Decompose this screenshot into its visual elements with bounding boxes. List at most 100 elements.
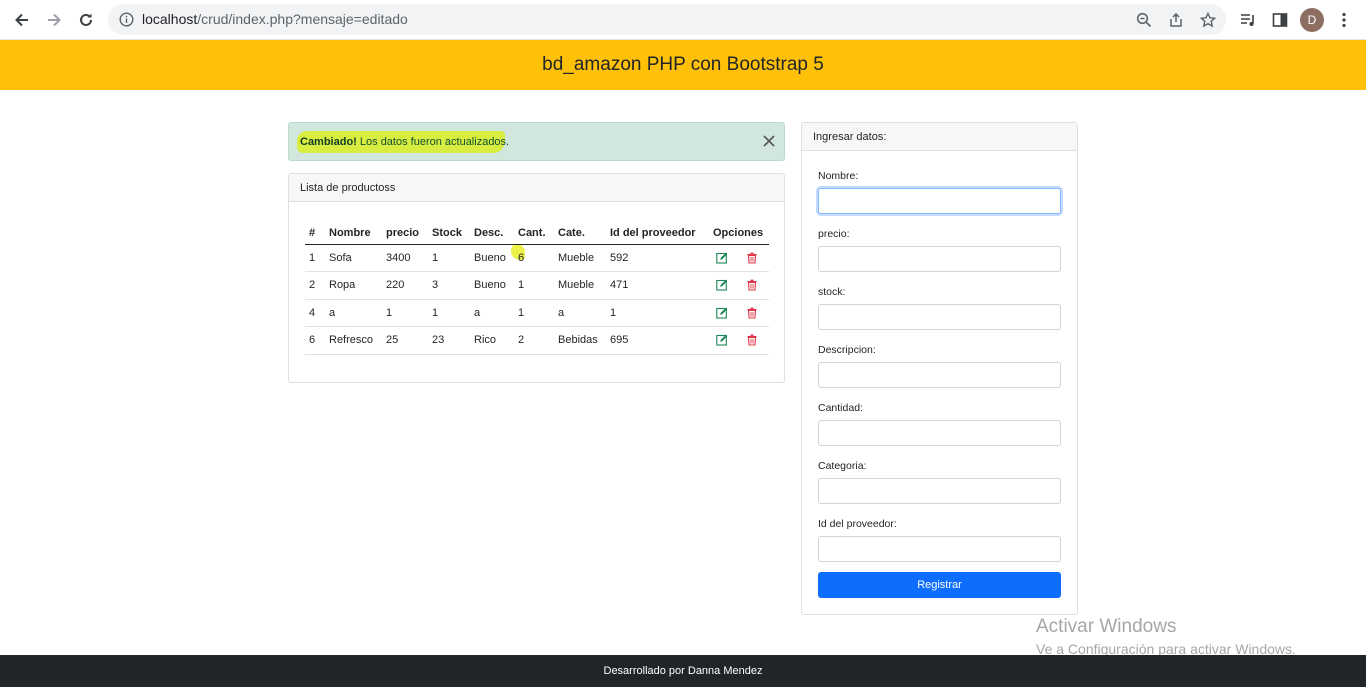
id-proveedor-input[interactable] bbox=[818, 536, 1061, 562]
table-cell: 3400 bbox=[382, 244, 428, 272]
descripcion-input[interactable] bbox=[818, 362, 1061, 388]
alert-message: Cambiado! Los datos fueron actualizados. bbox=[300, 136, 509, 148]
column-header: Cant. bbox=[514, 222, 554, 245]
label-precio: precio: bbox=[818, 228, 850, 240]
side-panel-icon[interactable] bbox=[1268, 8, 1292, 32]
nombre-input[interactable] bbox=[818, 188, 1061, 214]
forward-icon[interactable] bbox=[42, 8, 66, 32]
table-cell: Bueno bbox=[470, 271, 514, 300]
zoom-icon[interactable] bbox=[1132, 8, 1156, 32]
share-icon[interactable] bbox=[1164, 8, 1188, 32]
trash-icon[interactable] bbox=[746, 279, 758, 291]
table-cell: Refresco bbox=[325, 326, 382, 355]
table-cell: 1 bbox=[428, 244, 470, 272]
reading-list-icon[interactable] bbox=[1236, 8, 1260, 32]
label-descripcion: Descripcion: bbox=[818, 344, 876, 356]
edit-icon[interactable] bbox=[716, 252, 728, 264]
menu-kebab-icon[interactable] bbox=[1332, 8, 1356, 32]
options-cell bbox=[709, 244, 769, 272]
profile-avatar[interactable]: D bbox=[1300, 8, 1324, 32]
table-cell: a bbox=[325, 299, 382, 327]
column-header: Stock bbox=[428, 222, 470, 245]
edit-icon[interactable] bbox=[716, 307, 728, 319]
table-cell: Sofa bbox=[325, 244, 382, 272]
back-icon[interactable] bbox=[10, 8, 34, 32]
table-row: 4a11a1a1 bbox=[305, 299, 769, 327]
page-title: bd_amazon PHP con Bootstrap 5 bbox=[542, 54, 824, 75]
stock-input[interactable] bbox=[818, 304, 1061, 330]
close-icon[interactable] bbox=[762, 134, 776, 148]
input-form-card: Ingresar datos: Nombre: precio: stock: D… bbox=[801, 122, 1078, 615]
table-row: 2 Ropa 220 3 Bueno 1 Mueble 471 bbox=[305, 271, 769, 300]
label-categoria: Categoria: bbox=[818, 460, 867, 472]
label-stock: stock: bbox=[818, 286, 846, 298]
address-bar[interactable]: localhost/crud/index.php?mensaje=editado bbox=[108, 4, 1226, 35]
table-cell: 23 bbox=[428, 326, 470, 355]
label-id-proveedor: Id del proveedor: bbox=[818, 518, 897, 530]
table-cell: 2 bbox=[305, 271, 325, 300]
products-table: # Nombre precio Stock Desc. Cant. Cate. Id del … bbox=[305, 222, 769, 355]
table-cell: 4 bbox=[305, 299, 325, 327]
table-cell: 592 bbox=[606, 244, 709, 272]
table-row: 6 Refresco 25 23 Rico 2 Bebidas 695 bbox=[305, 326, 769, 355]
registrar-button[interactable]: Registrar bbox=[818, 572, 1061, 598]
table-cell: a bbox=[554, 299, 606, 327]
table-cell: 1 bbox=[382, 299, 428, 327]
url-path: /crud/index.php?mensaje=editado bbox=[197, 11, 408, 27]
table-cell: 220 bbox=[382, 271, 428, 300]
options-cell bbox=[709, 326, 769, 355]
column-header: Id del proveedor bbox=[606, 222, 709, 245]
table-cell: 6 bbox=[305, 326, 325, 355]
cantidad-input[interactable] bbox=[818, 420, 1061, 446]
table-header-row: # Nombre precio Stock Desc. Cant. Cate. Id del … bbox=[305, 222, 769, 245]
table-cell: Bueno bbox=[470, 244, 514, 272]
table-cell: 1 bbox=[606, 299, 709, 327]
table-cell: 1 bbox=[428, 299, 470, 327]
alert-text: Los datos fueron actualizados. bbox=[356, 136, 510, 148]
url-text: localhost/crud/index.php?mensaje=editado bbox=[142, 11, 408, 27]
column-header: Desc. bbox=[470, 222, 514, 245]
footer-text: Desarrollado por Danna Mendez bbox=[603, 665, 763, 677]
bookmark-star-icon[interactable] bbox=[1196, 8, 1220, 32]
product-list-card: Lista de productoss # Nombre precio Stock De… bbox=[288, 173, 785, 383]
trash-icon[interactable] bbox=[746, 307, 758, 319]
table-cell: Bebidas bbox=[554, 326, 606, 355]
column-header: Nombre bbox=[325, 222, 382, 245]
table-cell: Ropa bbox=[325, 271, 382, 300]
trash-icon[interactable] bbox=[746, 334, 758, 346]
form-card-title: Ingresar datos: bbox=[802, 123, 1077, 151]
label-nombre: Nombre: bbox=[818, 170, 859, 182]
edit-icon[interactable] bbox=[716, 334, 728, 346]
edit-icon[interactable] bbox=[716, 279, 728, 291]
url-host: localhost bbox=[142, 11, 198, 27]
browser-toolbar: localhost/crud/index.php?mensaje=editado… bbox=[0, 0, 1366, 40]
page-footer: Desarrollado por Danna Mendez bbox=[0, 655, 1366, 687]
table-cell: 2 bbox=[514, 326, 554, 355]
table-cell: 1 bbox=[514, 271, 554, 300]
table-cell: 3 bbox=[428, 271, 470, 300]
info-icon[interactable] bbox=[119, 12, 134, 27]
table-cell: 25 bbox=[382, 326, 428, 355]
table-cell: 695 bbox=[606, 326, 709, 355]
options-cell bbox=[709, 299, 769, 327]
column-header: Opciones bbox=[709, 222, 769, 245]
table-cell: Rico bbox=[470, 326, 514, 355]
precio-input[interactable] bbox=[818, 246, 1061, 272]
options-cell bbox=[709, 271, 769, 300]
column-header: # bbox=[305, 222, 325, 245]
categoria-input[interactable] bbox=[818, 478, 1061, 504]
column-header: precio bbox=[382, 222, 428, 245]
trash-icon[interactable] bbox=[746, 252, 758, 264]
page-header: bd_amazon PHP con Bootstrap 5 bbox=[0, 40, 1366, 90]
reload-icon[interactable] bbox=[74, 8, 98, 32]
table-cell: Mueble bbox=[554, 271, 606, 300]
column-header: Cate. bbox=[554, 222, 606, 245]
alert-strong: Cambiado! bbox=[300, 136, 357, 148]
table-row: 1 Sofa 3400 1 Bueno 6 Mueble 592 bbox=[305, 244, 769, 272]
table-cell: 1 bbox=[514, 299, 554, 327]
table-cell: 6 bbox=[514, 244, 554, 272]
activation-watermark-title: Activar Windows bbox=[1036, 616, 1177, 637]
label-cantidad: Cantidad: bbox=[818, 402, 863, 414]
table-cell: 471 bbox=[606, 271, 709, 300]
table-cell: 1 bbox=[305, 244, 325, 272]
